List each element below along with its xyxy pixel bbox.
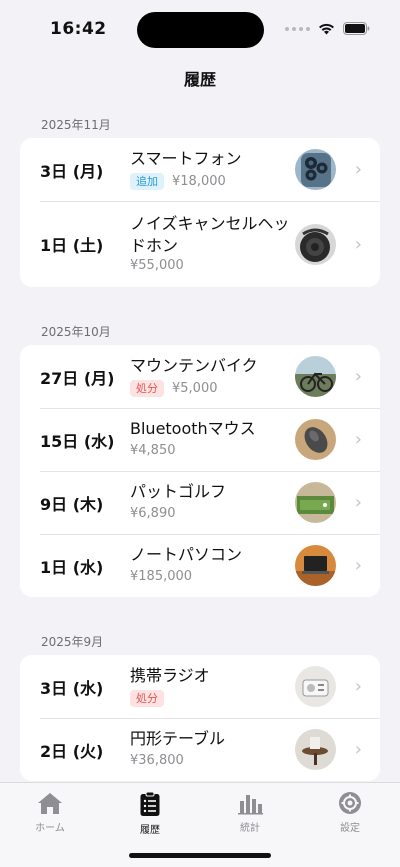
- status-time: 16:42: [50, 19, 107, 39]
- chevron-right-icon: ›: [354, 676, 362, 697]
- row-date: 1日 (水): [40, 557, 104, 577]
- item-price: ¥4,850: [130, 443, 176, 458]
- tab-settings[interactable]: 設定: [315, 791, 385, 834]
- item-price: ¥55,000: [130, 258, 184, 273]
- row-date: 9日 (木): [40, 494, 104, 514]
- dynamic-island: [137, 12, 264, 48]
- chevron-right-icon: ›: [354, 555, 362, 576]
- history-row[interactable]: 15日 (水) Bluetoothマウス ¥4,850 ›: [20, 408, 380, 471]
- chevron-right-icon: ›: [354, 159, 362, 180]
- tab-label: 統計: [240, 823, 260, 834]
- history-row[interactable]: 3日 (月) スマートフォン 追加 ¥18,000 ›: [20, 138, 380, 201]
- history-row[interactable]: 9日 (木) パットゴルフ ¥6,890 ›: [20, 471, 380, 534]
- page-title: 履歴: [183, 70, 216, 89]
- row-date: 27日 (月): [40, 368, 115, 388]
- history-list: 2025年11月 3日 (月) スマートフォン 追加 ¥18,000 › 1日 …: [0, 108, 400, 781]
- wifi-icon: [318, 23, 335, 35]
- item-price: ¥5,000: [172, 381, 218, 396]
- section-header: 2025年9月: [41, 635, 104, 649]
- signal-icon: [285, 26, 310, 31]
- section-card: 3日 (月) スマートフォン 追加 ¥18,000 › 1日 (土) ノイズキャ…: [20, 138, 380, 287]
- clipboard-list-icon: [140, 791, 160, 816]
- item-name: ノイズキャンセルヘッドホン: [130, 214, 290, 255]
- section-header: 2025年10月: [41, 325, 111, 339]
- status-badge: 処分: [130, 380, 164, 397]
- history-row[interactable]: 2日 (火) 円形テーブル ¥36,800 ›: [20, 718, 380, 781]
- row-date: 3日 (月): [40, 161, 104, 181]
- history-row[interactable]: 27日 (月) マウンテンバイク 処分 ¥5,000 ›: [20, 345, 380, 408]
- item-thumbnail: [295, 666, 336, 707]
- status-bar: 16:42: [0, 0, 400, 60]
- tab-home[interactable]: ホーム: [15, 791, 85, 834]
- status-badge: 追加: [130, 173, 164, 190]
- item-name: ノートパソコン: [130, 545, 243, 564]
- history-row[interactable]: 1日 (土) ノイズキャンセルヘッドホン ¥55,000 ›: [20, 201, 380, 287]
- bar-chart-icon: [238, 795, 263, 815]
- battery-icon: [343, 22, 370, 35]
- status-badge: 処分: [130, 690, 164, 707]
- item-price: ¥36,800: [130, 753, 184, 768]
- row-date: 3日 (水): [40, 678, 104, 698]
- item-price: ¥185,000: [130, 569, 193, 584]
- row-date: 15日 (水): [40, 431, 115, 451]
- item-thumbnail: [295, 729, 336, 770]
- chevron-right-icon: ›: [354, 429, 362, 450]
- section-header: 2025年11月: [41, 118, 111, 132]
- history-row[interactable]: 3日 (水) 携帯ラジオ 処分 ›: [20, 655, 380, 718]
- item-name: スマートフォン: [130, 149, 242, 168]
- item-thumbnail: [295, 482, 336, 523]
- house-icon: [38, 793, 62, 814]
- section-card: 3日 (水) 携帯ラジオ 処分 › 2日 (火) 円形テーブル ¥36,800: [20, 655, 380, 781]
- item-thumbnail: [295, 545, 336, 586]
- chevron-right-icon: ›: [354, 739, 362, 760]
- row-date: 2日 (火): [40, 741, 104, 761]
- item-price: ¥6,890: [130, 506, 176, 521]
- item-name: 円形テーブル: [130, 729, 226, 748]
- gear-icon: [339, 792, 361, 814]
- tab-bar: ホーム 履歴 統計 設定: [0, 782, 400, 867]
- tab-stats[interactable]: 統計: [215, 791, 285, 834]
- chevron-right-icon: ›: [354, 233, 362, 255]
- tab-label: 履歴: [140, 825, 160, 836]
- chevron-right-icon: ›: [354, 492, 362, 513]
- status-icons: [285, 22, 370, 35]
- tab-history[interactable]: 履歴: [115, 791, 185, 836]
- item-thumbnail: [295, 356, 336, 397]
- item-name: 携帯ラジオ: [130, 666, 210, 685]
- item-thumbnail: [295, 149, 336, 190]
- item-name: Bluetoothマウス: [130, 419, 256, 438]
- item-thumbnail: [295, 419, 336, 460]
- item-thumbnail: [295, 223, 336, 265]
- item-price: ¥18,000: [172, 174, 226, 189]
- home-indicator[interactable]: [129, 853, 271, 858]
- tab-label: 設定: [340, 823, 360, 834]
- history-row[interactable]: 1日 (水) ノートパソコン ¥185,000 ›: [20, 534, 380, 597]
- row-date: 1日 (土): [40, 236, 104, 255]
- item-name: マウンテンバイク: [130, 356, 258, 375]
- item-name: パットゴルフ: [130, 482, 227, 501]
- section-card: 27日 (月) マウンテンバイク 処分 ¥5,000 › 15日 (水) Blu…: [20, 345, 380, 597]
- chevron-right-icon: ›: [354, 366, 362, 387]
- tab-label: ホーム: [35, 823, 65, 834]
